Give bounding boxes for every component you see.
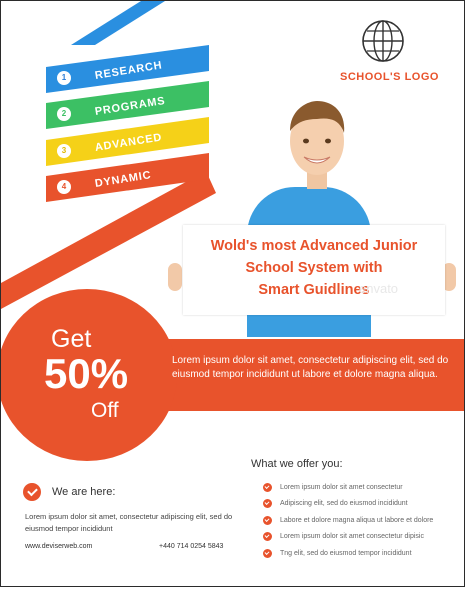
child-photo <box>290 101 345 189</box>
ribbon-number-3: 3 <box>57 144 71 158</box>
offer-item: Tng elit, sed do eiusmod tempor incididu… <box>263 545 433 562</box>
headline-line-1: Wold's most Advanced Junior <box>210 238 418 254</box>
promo-description: Lorem ipsum dolor sit amet, consectetur … <box>172 355 449 380</box>
offer-item-text: Lorem ipsum dolor sit amet consectetur d… <box>280 533 424 541</box>
here-description: Lorem ipsum dolor sit amet, consectetur … <box>25 512 233 533</box>
ribbon-number-1: 1 <box>57 71 71 85</box>
offer-list: Lorem ipsum dolor sit amet consectetur A… <box>263 479 433 562</box>
school-logo-label: SCHOOL'S LOGO <box>340 71 439 83</box>
website-link[interactable]: www.deviserweb.com <box>25 543 92 550</box>
here-title: We are here: <box>52 486 116 498</box>
promo-percent: 50% <box>44 350 129 397</box>
check-icon <box>23 483 41 501</box>
phone-number: +440 714 0254 5843 <box>159 543 224 550</box>
headline: Wold's most Advanced Junior School Syste… <box>183 235 445 301</box>
offer-item-text: Lorem ipsum dolor sit amet consectetur <box>280 483 403 491</box>
offer-item: Adipiscing elit, sed do eiusmod incididu… <box>263 496 433 513</box>
offer-item: Lorem ipsum dolor sit amet consectetur d… <box>263 529 433 546</box>
headline-line-3: Smart Guidlines <box>258 282 370 298</box>
school-flyer: 1 RESEARCH 2 PROGRAMS 3 ADVANCED 4 DYNAM… <box>0 0 465 587</box>
check-icon <box>263 482 272 492</box>
offer-item: Lorem ipsum dolor sit amet consectetur <box>263 479 433 496</box>
offer-item-text: Labore et dolore magna aliqua ut labore … <box>280 516 434 524</box>
ribbon-number-2: 2 <box>57 107 71 121</box>
offer-item-text: Tng elit, sed do eiusmod tempor incididu… <box>280 549 412 557</box>
headline-line-2: School System with <box>245 260 383 276</box>
stripe-blue <box>71 1 165 45</box>
offer-title: What we offer you: <box>251 458 343 470</box>
check-icon <box>263 532 272 542</box>
check-icon <box>263 548 272 558</box>
ribbon-number-4: 4 <box>57 180 71 194</box>
globe-icon <box>362 20 404 62</box>
promo-off: Off <box>91 399 119 422</box>
offer-item-text: Adipiscing elit, sed do eiusmod incididu… <box>280 500 408 508</box>
offer-item: Labore et dolore magna aliqua ut labore … <box>263 512 433 529</box>
left-hand <box>168 263 182 291</box>
check-icon <box>263 515 272 525</box>
watermark: envato <box>359 281 399 296</box>
check-icon <box>263 499 272 509</box>
